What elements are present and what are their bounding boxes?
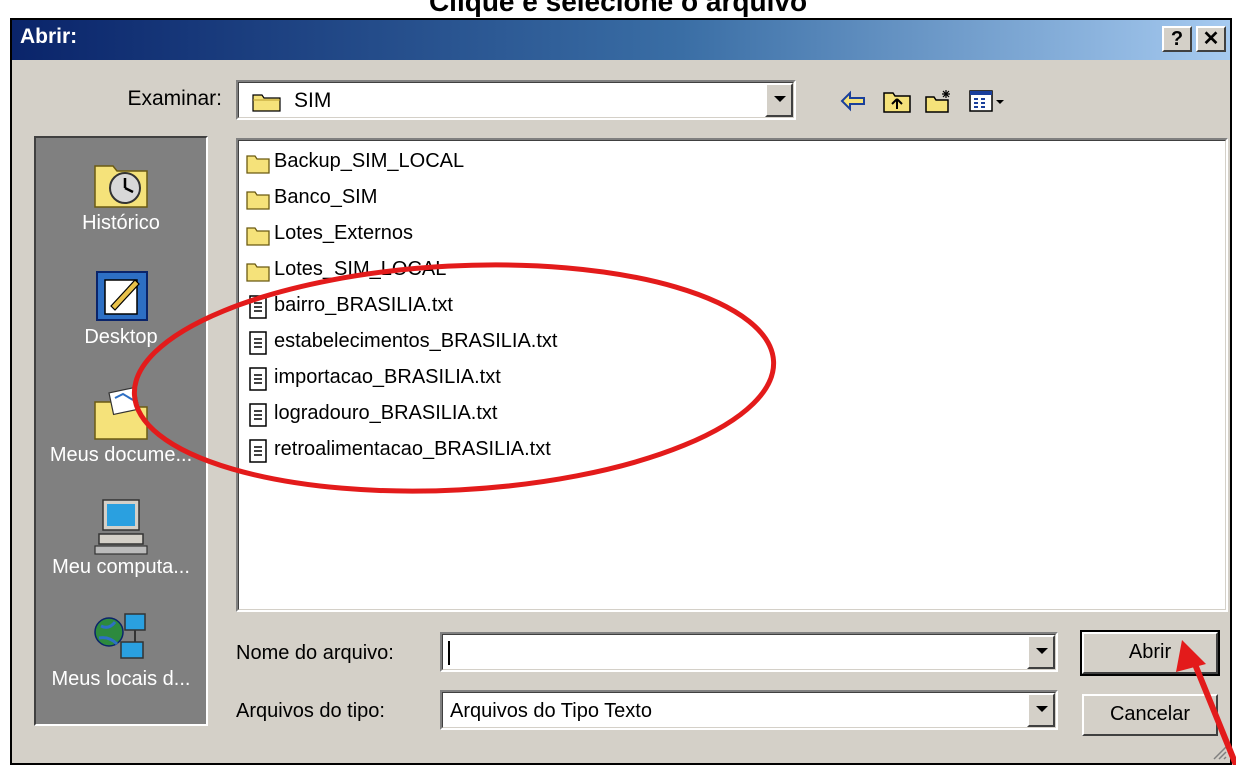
highlight-ellipse [131, 262, 777, 494]
pointer-arrow [1187, 650, 1236, 765]
annotation-overlay [131, 262, 1236, 765]
pointer-arrowhead [1176, 640, 1206, 672]
